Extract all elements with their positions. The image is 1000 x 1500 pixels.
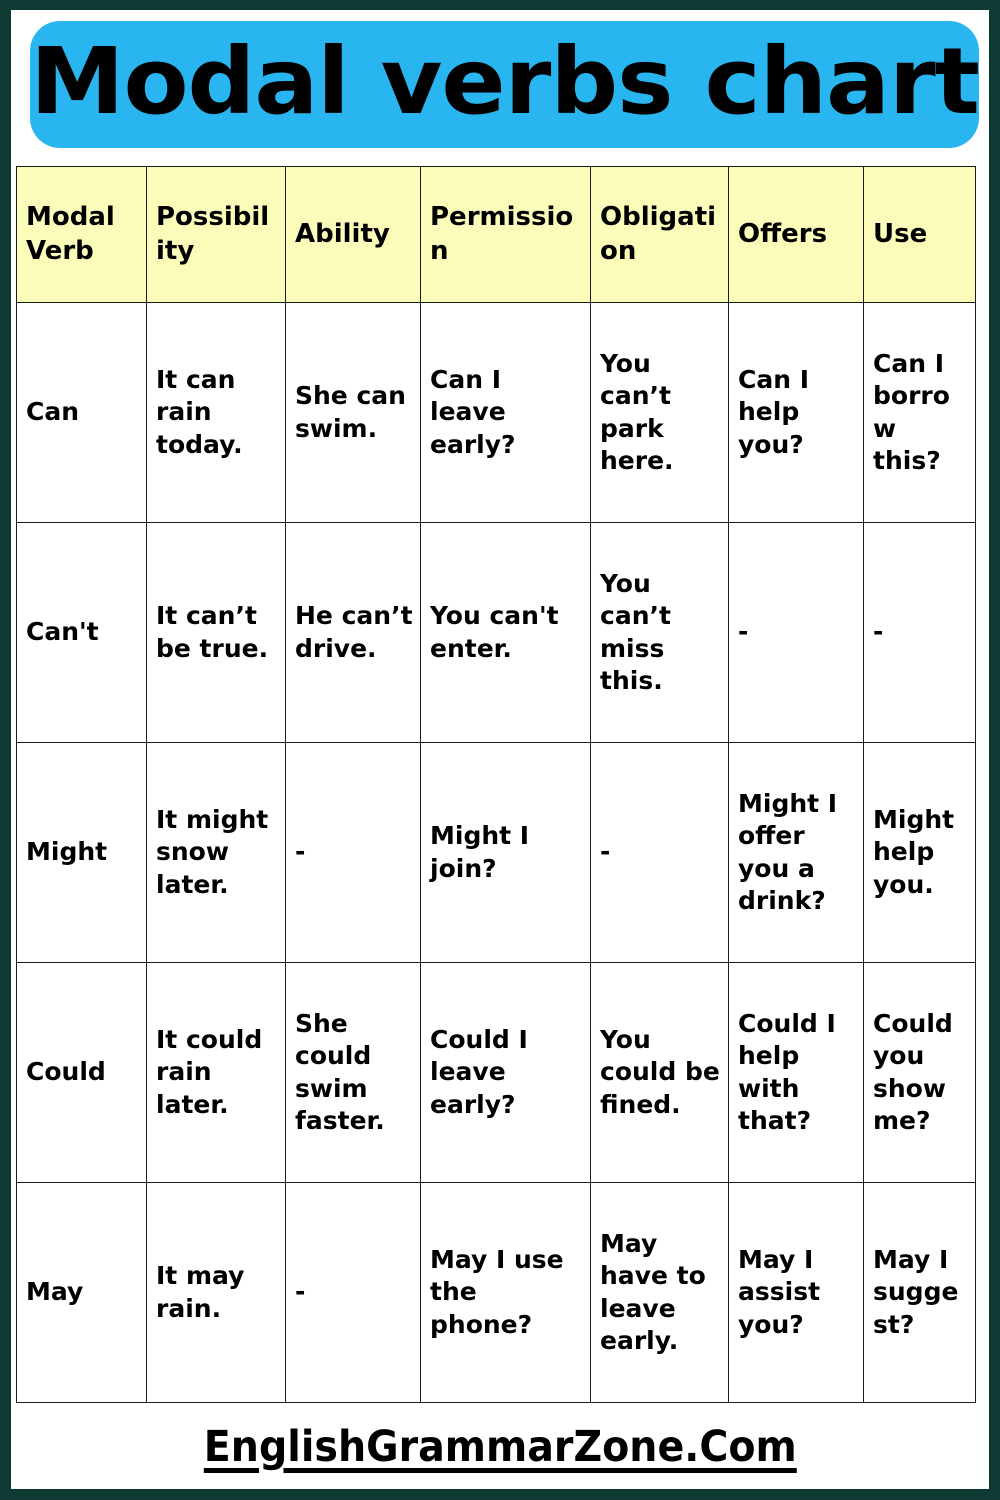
cell-permission: You can't enter.: [420, 522, 591, 743]
cell-offers: Might I offer you a drink?: [728, 742, 864, 963]
cell-obligation: You can’t park here.: [590, 302, 729, 523]
cell-offers: May I assist you?: [728, 1182, 864, 1403]
cell-modal-verb: Can: [16, 302, 147, 523]
table-row: Can It can rain today. She can swim. Can…: [16, 302, 976, 523]
cell-obligation: You could be fined.: [590, 962, 729, 1183]
cell-permission: Could I leave early?: [420, 962, 591, 1183]
cell-ability: He can’t drive.: [285, 522, 421, 743]
cell-ability: She could swim faster.: [285, 962, 421, 1183]
poster-canvas: Modal verbs chart Modal Verb Possibility…: [11, 10, 989, 1489]
cell-modal-verb: Might: [16, 742, 147, 963]
cell-possibility: It may rain.: [146, 1182, 286, 1403]
page-title: Modal verbs chart: [30, 27, 979, 135]
website-credit: EnglishGrammarZone.Com: [203, 1422, 797, 1472]
cell-possibility: It could rain later.: [146, 962, 286, 1183]
table-row: Might It might snow later. - Might I joi…: [16, 742, 976, 963]
cell-ability: She can swim.: [285, 302, 421, 523]
cell-modal-verb: May: [16, 1182, 147, 1403]
footer: EnglishGrammarZone.Com: [11, 1426, 989, 1469]
cell-use: Can I borrow this?: [863, 302, 976, 523]
cell-offers: -: [728, 522, 864, 743]
poster-frame: Modal verbs chart Modal Verb Possibility…: [0, 0, 1000, 1500]
cell-offers: Could I help with that?: [728, 962, 864, 1183]
cell-obligation: May have to leave early.: [590, 1182, 729, 1403]
cell-possibility: It might snow later.: [146, 742, 286, 963]
column-header-possibility: Possibility: [146, 166, 286, 303]
cell-use: May I suggest?: [863, 1182, 976, 1403]
column-header-obligation: Obligation: [590, 166, 729, 303]
column-header-offers: Offers: [728, 166, 864, 303]
cell-use: -: [863, 522, 976, 743]
cell-ability: -: [285, 1182, 421, 1403]
cell-possibility: It can’t be true.: [146, 522, 286, 743]
modal-verbs-table: Modal Verb Possibility Ability Permissio…: [16, 166, 976, 1403]
table-row: Could It could rain later. She could swi…: [16, 962, 976, 1183]
column-header-permission: Permission: [420, 166, 591, 303]
table-row: May It may rain. - May I use the phone? …: [16, 1182, 976, 1403]
cell-modal-verb: Can't: [16, 522, 147, 743]
cell-possibility: It can rain today.: [146, 302, 286, 523]
column-header-use: Use: [863, 166, 976, 303]
cell-offers: Can I help you?: [728, 302, 864, 523]
cell-modal-verb: Could: [16, 962, 147, 1183]
table-row: Can't It can’t be true. He can’t drive. …: [16, 522, 976, 743]
cell-ability: -: [285, 742, 421, 963]
cell-use: Could you show me?: [863, 962, 976, 1183]
cell-obligation: -: [590, 742, 729, 963]
cell-use: Might help you.: [863, 742, 976, 963]
cell-permission: Can I leave early?: [420, 302, 591, 523]
title-banner: Modal verbs chart: [30, 21, 979, 148]
column-header-ability: Ability: [285, 166, 421, 303]
cell-permission: Might I join?: [420, 742, 591, 963]
cell-obligation: You can’t miss this.: [590, 522, 729, 743]
column-header-modal-verb: Modal Verb: [16, 166, 147, 303]
cell-permission: May I use the phone?: [420, 1182, 591, 1403]
table-header-row: Modal Verb Possibility Ability Permissio…: [16, 166, 976, 303]
